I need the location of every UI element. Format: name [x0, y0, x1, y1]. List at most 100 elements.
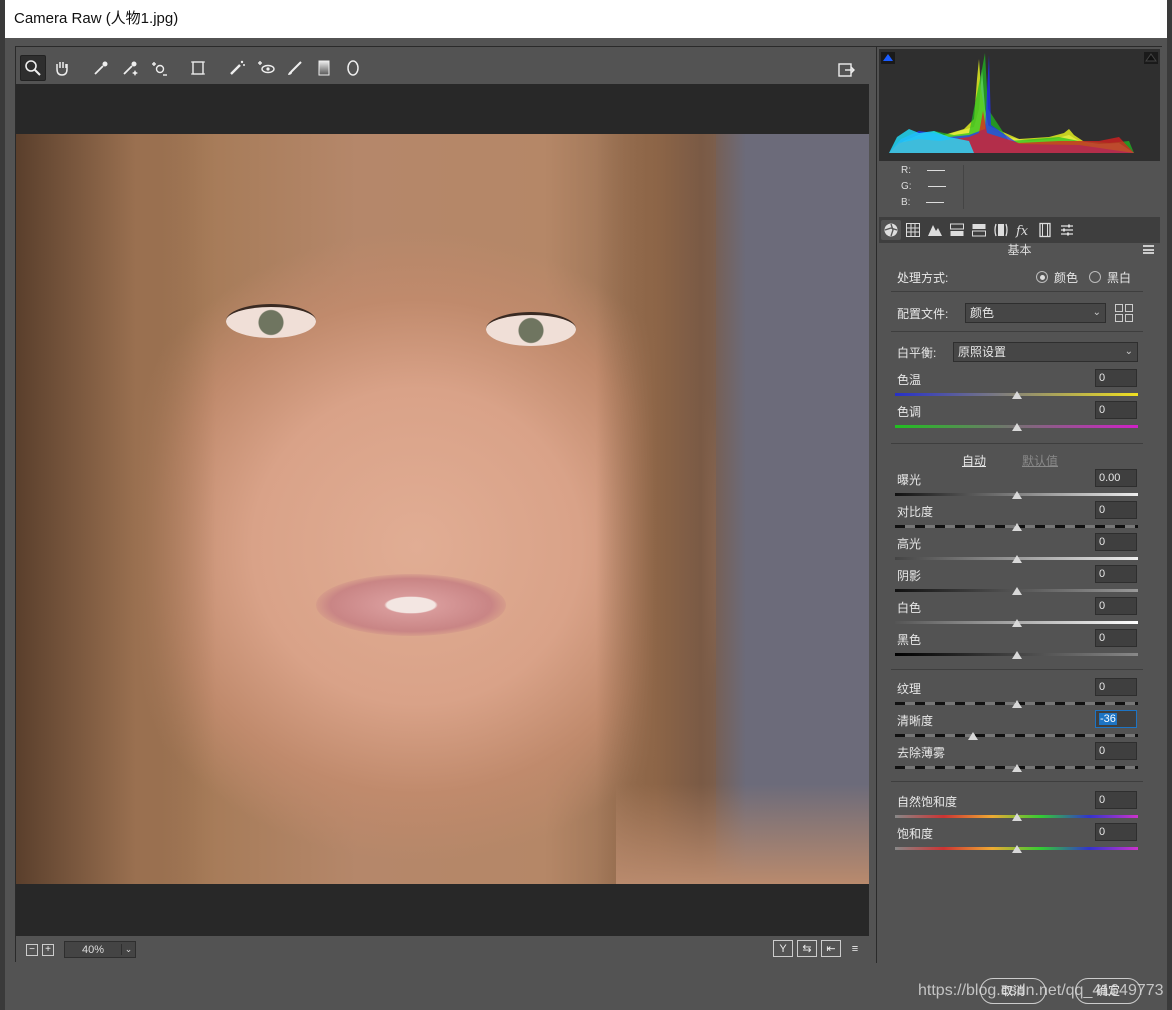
tab-detail[interactable]	[925, 220, 945, 240]
slider-thumb[interactable]	[1011, 555, 1022, 563]
auto-link[interactable]: 自动	[962, 452, 986, 469]
before-after-view-button[interactable]: Y	[773, 940, 793, 957]
white-balance-select[interactable]: 原照设置 ⌄	[953, 342, 1138, 362]
slider-thumb[interactable]	[967, 732, 978, 740]
hand-tool[interactable]	[49, 55, 75, 81]
zoom-out-button[interactable]: −	[26, 943, 38, 956]
open-export-icon	[838, 63, 855, 77]
copy-settings-button[interactable]: ⇤	[821, 940, 841, 957]
slider-label: 高光	[897, 537, 922, 551]
slider-thumb[interactable]	[1011, 700, 1022, 708]
chevron-down-icon: ⌄	[121, 944, 135, 955]
slider-label: 阴影	[897, 569, 922, 583]
slider-label: 色温	[897, 373, 922, 387]
mountains-icon	[928, 225, 942, 236]
slider-label: 曝光	[897, 473, 922, 487]
zoom-level-select[interactable]: 40% ⌄	[64, 941, 136, 958]
camera-raw-main: − + 40% ⌄ Y ⇆ ⇤ ≡ R: G: B: fx 基本 处理方式: 颜…	[15, 46, 1163, 963]
image-canvas[interactable]	[16, 84, 869, 936]
white-balance-tool[interactable]	[88, 55, 114, 81]
slider-label: 白色	[897, 601, 922, 615]
treatment-bw-radio[interactable]	[1089, 271, 1101, 283]
targeted-adjustment-icon	[152, 62, 167, 76]
tab-basic[interactable]	[881, 220, 901, 240]
slider-value-input[interactable]: 0	[1095, 501, 1137, 519]
tab-hsl[interactable]	[947, 220, 967, 240]
slider-value-input[interactable]: 0	[1095, 533, 1137, 551]
spot-removal-tool[interactable]	[224, 55, 250, 81]
white-balance-label: 白平衡:	[897, 346, 937, 360]
r-label: R:	[901, 165, 911, 176]
zoom-in-button[interactable]: +	[42, 943, 54, 956]
slider-thumb[interactable]	[1011, 491, 1022, 499]
tool-toolbar	[20, 53, 870, 83]
tab-tone-curve[interactable]	[903, 220, 923, 240]
slider-thumb[interactable]	[1011, 813, 1022, 821]
slider-thumb[interactable]	[1011, 391, 1022, 399]
lens-icon	[994, 223, 1008, 237]
profile-browser-icon[interactable]	[1115, 304, 1133, 322]
portrait-photo	[16, 134, 869, 884]
slider-value-input[interactable]: 0	[1095, 791, 1137, 809]
slider-thumb[interactable]	[1011, 587, 1022, 595]
zoom-tool[interactable]	[20, 55, 46, 81]
slider-value-input[interactable]: 0	[1095, 401, 1137, 419]
default-link[interactable]: 默认值	[1022, 452, 1058, 469]
eyedropper-icon	[94, 61, 108, 75]
slider-value-input[interactable]: -36	[1095, 710, 1137, 728]
profile-label: 配置文件:	[897, 307, 949, 321]
slider-label: 去除薄雾	[897, 746, 946, 760]
targeted-adjustment-tool[interactable]	[146, 55, 172, 81]
color-sampler-tool[interactable]	[117, 55, 143, 81]
treatment-color-radio[interactable]	[1036, 271, 1048, 283]
b-label: B:	[901, 197, 911, 208]
adjustment-brush-tool[interactable]	[282, 55, 308, 81]
tab-calibration[interactable]	[1035, 220, 1055, 240]
slider-thumb[interactable]	[1011, 651, 1022, 659]
profile-select[interactable]: 颜色 ⌄	[965, 303, 1106, 323]
slider-value-input[interactable]: 0	[1095, 565, 1137, 583]
transform-tool[interactable]	[185, 55, 211, 81]
slider-label: 色调	[897, 405, 922, 419]
transform-icon	[191, 61, 205, 75]
slider-thumb[interactable]	[1011, 845, 1022, 853]
rgb-readout: R: G: B:	[879, 161, 1160, 213]
tab-effects[interactable]: fx	[1013, 220, 1033, 240]
sliders-icon	[1061, 224, 1073, 236]
slider-label: 自然饱和度	[897, 795, 958, 809]
panel-menu-icon[interactable]	[1143, 245, 1154, 254]
slider-value-input[interactable]: 0	[1095, 369, 1137, 387]
white-balance-select-value: 原照设置	[958, 345, 1007, 359]
tone-curve-icon	[906, 223, 920, 237]
slider-thumb[interactable]	[1011, 619, 1022, 627]
graduated-filter-tool[interactable]	[311, 55, 337, 81]
zoom-level-value: 40%	[81, 943, 105, 956]
aperture-icon	[884, 223, 898, 237]
preview-bottom-bar: − + 40% ⌄ Y ⇆ ⇤ ≡	[16, 936, 869, 963]
profile-select-value: 颜色	[970, 306, 995, 320]
swap-settings-button[interactable]: ⇆	[797, 940, 817, 957]
split-toning-icon	[972, 224, 986, 237]
fx-icon: fx	[1015, 224, 1029, 238]
slider-thumb[interactable]	[1011, 764, 1022, 772]
slider-value-input[interactable]: 0	[1095, 678, 1137, 696]
open-export-button[interactable]	[833, 57, 859, 83]
color-sampler-icon	[123, 61, 138, 76]
tab-presets[interactable]	[1057, 220, 1077, 240]
slider-thumb[interactable]	[1011, 423, 1022, 431]
slider-value-input[interactable]: 0	[1095, 629, 1137, 647]
slider-value-input[interactable]: 0.00	[1095, 469, 1137, 487]
slider-thumb[interactable]	[1011, 523, 1022, 531]
tab-lens-corrections[interactable]	[991, 220, 1011, 240]
slider-value-input[interactable]: 0	[1095, 823, 1137, 841]
preview-preferences-button[interactable]: ≡	[845, 940, 865, 957]
section-title: 基本	[879, 243, 1160, 259]
slider-track[interactable]	[895, 734, 1138, 737]
view-buttons: Y ⇆ ⇤ ≡	[769, 940, 865, 957]
slider-value-input[interactable]: 0	[1095, 597, 1137, 615]
radial-filter-tool[interactable]	[340, 55, 366, 81]
histogram	[879, 49, 1160, 161]
slider-value-input[interactable]: 0	[1095, 742, 1137, 760]
red-eye-tool[interactable]	[253, 55, 279, 81]
tab-split-toning[interactable]	[969, 220, 989, 240]
